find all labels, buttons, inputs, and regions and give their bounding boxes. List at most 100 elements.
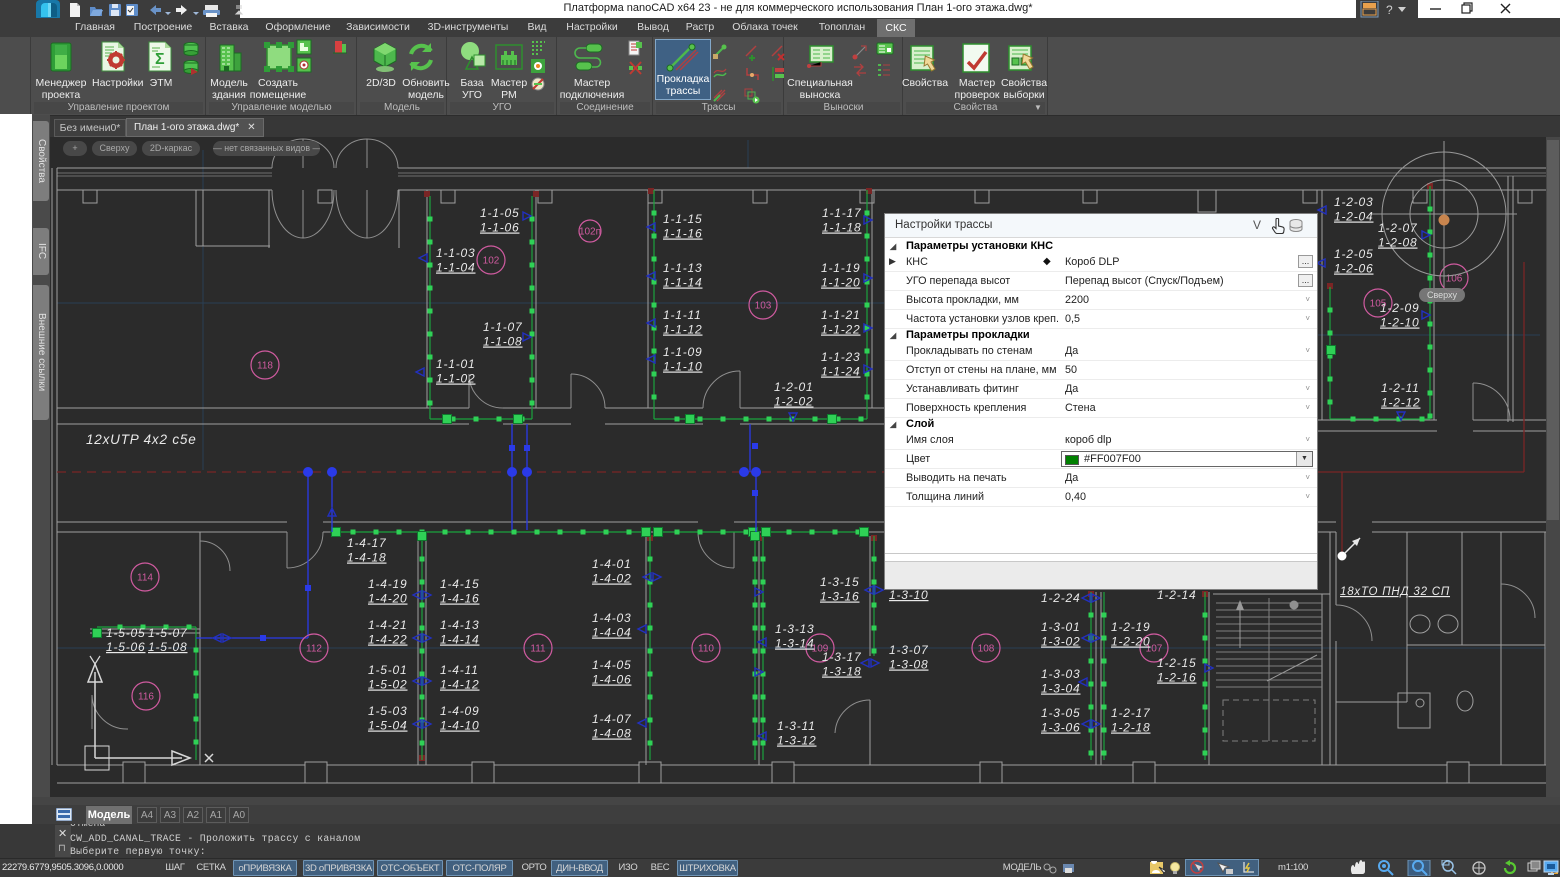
- svg-text:1-2-01: 1-2-01: [774, 380, 814, 394]
- svg-text:1-2-04: 1-2-04: [1334, 210, 1374, 224]
- svg-text:1-1-05: 1-1-05: [480, 206, 520, 220]
- svg-text:1-4-22: 1-4-22: [368, 633, 408, 647]
- svg-text:1-3-08: 1-3-08: [889, 658, 929, 672]
- svg-text:1-5-04: 1-5-04: [368, 719, 408, 733]
- svg-text:1-2-03: 1-2-03: [1334, 195, 1374, 209]
- svg-text:1-2-19: 1-2-19: [1111, 620, 1151, 634]
- svg-text:1-1-08: 1-1-08: [483, 335, 523, 349]
- svg-text:1-4-01: 1-4-01: [592, 557, 632, 571]
- svg-text:1-1-18: 1-1-18: [822, 221, 862, 235]
- svg-text:1-1-04: 1-1-04: [436, 261, 476, 275]
- svg-text:12xUTP 4x2 c5e: 12xUTP 4x2 c5e: [86, 432, 197, 447]
- svg-text:1-3-13: 1-3-13: [775, 622, 815, 636]
- svg-text:1-3-07: 1-3-07: [889, 643, 929, 657]
- svg-text:1-2-14: 1-2-14: [1157, 588, 1197, 602]
- svg-text:1-4-14: 1-4-14: [440, 633, 480, 647]
- svg-text:1-2-11: 1-2-11: [1381, 381, 1420, 395]
- svg-text:116: 116: [138, 692, 154, 703]
- svg-text:1-4-19: 1-4-19: [368, 577, 408, 591]
- svg-text:1-1-22: 1-1-22: [821, 323, 861, 337]
- svg-text:1-3-17: 1-3-17: [822, 650, 862, 664]
- svg-text:1-1-23: 1-1-23: [821, 350, 861, 364]
- svg-text:1-3-06: 1-3-06: [1041, 721, 1081, 735]
- svg-text:1-1-15: 1-1-15: [663, 212, 703, 226]
- svg-text:1-2-17: 1-2-17: [1111, 706, 1151, 720]
- svg-text:1-2-08: 1-2-08: [1378, 236, 1418, 250]
- svg-text:1-1-07: 1-1-07: [483, 320, 523, 334]
- svg-text:110: 110: [698, 644, 714, 655]
- svg-text:1-1-01: 1-1-01: [436, 357, 476, 371]
- svg-text:1-4-10: 1-4-10: [440, 719, 480, 733]
- svg-text:1-1-03: 1-1-03: [436, 246, 476, 260]
- svg-text:1-4-13: 1-4-13: [440, 618, 480, 632]
- svg-text:1-1-13: 1-1-13: [663, 261, 703, 275]
- svg-text:Сверху: Сверху: [1427, 290, 1458, 300]
- svg-text:1-2-18: 1-2-18: [1111, 721, 1151, 735]
- svg-text:1-2-12: 1-2-12: [1381, 396, 1421, 410]
- svg-text:1-3-10: 1-3-10: [889, 588, 929, 602]
- svg-text:1-2-05: 1-2-05: [1334, 247, 1374, 261]
- svg-text:1-3-12: 1-3-12: [777, 734, 817, 748]
- svg-text:1-4-20: 1-4-20: [368, 592, 408, 606]
- svg-text:1-4-04: 1-4-04: [592, 626, 632, 640]
- svg-text:1-5-05: 1-5-05: [106, 626, 146, 640]
- svg-text:1-4-15: 1-4-15: [440, 577, 480, 591]
- svg-text:1-5-02: 1-5-02: [368, 678, 408, 692]
- svg-text:1-1-06: 1-1-06: [480, 221, 520, 235]
- svg-text:1-4-03: 1-4-03: [592, 611, 632, 625]
- svg-text:1-4-09: 1-4-09: [440, 704, 480, 718]
- svg-text:111: 111: [530, 644, 546, 655]
- svg-text:1-3-11: 1-3-11: [777, 719, 816, 733]
- svg-text:1-2-06: 1-2-06: [1334, 262, 1374, 276]
- svg-text:Σ: Σ: [155, 51, 165, 68]
- svg-text:1-1-24: 1-1-24: [821, 365, 861, 379]
- svg-text:1-1-19: 1-1-19: [821, 261, 861, 275]
- svg-text:1-2-02: 1-2-02: [774, 395, 814, 409]
- svg-text:1-2-20: 1-2-20: [1111, 635, 1151, 649]
- svg-text:1-4-18: 1-4-18: [347, 551, 387, 565]
- svg-text:1-4-17: 1-4-17: [347, 536, 387, 550]
- svg-text:1-4-08: 1-4-08: [592, 727, 632, 741]
- svg-text:1-1-14: 1-1-14: [663, 276, 703, 290]
- svg-text:102: 102: [483, 256, 500, 267]
- svg-text:1-2-07: 1-2-07: [1378, 221, 1418, 235]
- svg-text:1-3-03: 1-3-03: [1041, 667, 1081, 681]
- svg-text:1-5-06: 1-5-06: [106, 640, 146, 654]
- svg-text:108: 108: [978, 644, 995, 655]
- svg-text:1-1-11: 1-1-11: [663, 308, 702, 322]
- svg-text:1-4-21: 1-4-21: [368, 618, 408, 632]
- svg-text:1-4-02: 1-4-02: [592, 572, 632, 586]
- svg-text:1-4-05: 1-4-05: [592, 658, 632, 672]
- svg-text:1-3-16: 1-3-16: [820, 590, 860, 604]
- svg-text:1-1-20: 1-1-20: [821, 276, 861, 290]
- svg-text:1-3-04: 1-3-04: [1041, 682, 1081, 696]
- svg-text:114: 114: [137, 573, 153, 584]
- svg-text:18хТО ПНД 32 СП: 18хТО ПНД 32 СП: [1340, 586, 1450, 598]
- svg-text:1-2-16: 1-2-16: [1157, 671, 1197, 685]
- svg-text:112: 112: [306, 644, 322, 655]
- svg-text:1-5-08: 1-5-08: [148, 640, 188, 654]
- svg-text:1-3-01: 1-3-01: [1041, 620, 1081, 634]
- svg-text:1-1-21: 1-1-21: [821, 308, 861, 322]
- svg-text:103: 103: [755, 301, 772, 312]
- svg-text:102п: 102п: [579, 227, 601, 238]
- svg-text:1-1-02: 1-1-02: [436, 372, 476, 386]
- svg-text:1-2-09: 1-2-09: [1380, 301, 1420, 315]
- svg-text:1-2-24: 1-2-24: [1041, 591, 1081, 605]
- svg-text:1-4-11: 1-4-11: [440, 663, 479, 677]
- svg-text:1-1-10: 1-1-10: [663, 360, 703, 374]
- svg-text:?: ?: [1386, 3, 1393, 17]
- svg-text:1-4-06: 1-4-06: [592, 673, 632, 687]
- svg-text:1-4-16: 1-4-16: [440, 592, 480, 606]
- svg-text:1-4-12: 1-4-12: [440, 678, 480, 692]
- svg-text:1-3-15: 1-3-15: [820, 575, 860, 589]
- svg-text:1-5-07: 1-5-07: [148, 626, 188, 640]
- svg-text:1-1-12: 1-1-12: [663, 323, 703, 337]
- svg-text:1-5-01: 1-5-01: [368, 663, 408, 677]
- svg-text:1-1-16: 1-1-16: [663, 227, 703, 241]
- svg-text:1-3-14: 1-3-14: [775, 637, 815, 651]
- svg-text:1-4-07: 1-4-07: [592, 712, 632, 726]
- svg-text:1-2-10: 1-2-10: [1380, 316, 1420, 330]
- svg-text:1-5-03: 1-5-03: [368, 704, 408, 718]
- svg-text:1-3-02: 1-3-02: [1041, 635, 1081, 649]
